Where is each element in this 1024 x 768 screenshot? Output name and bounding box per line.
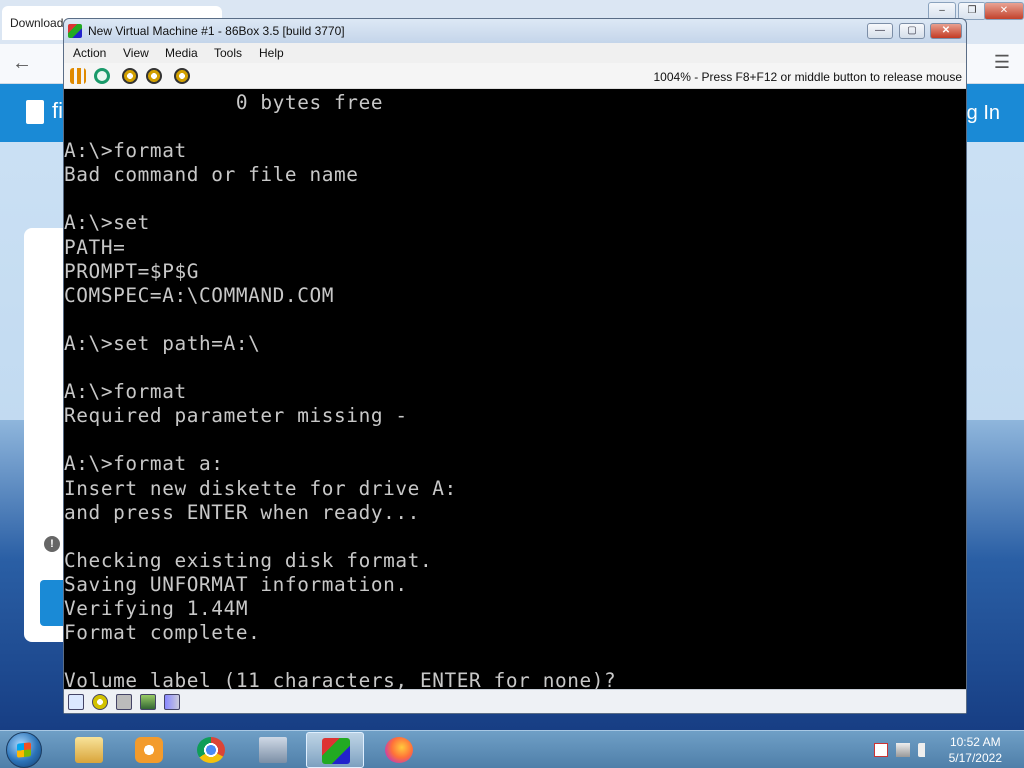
system-tray: 10:52 AM 5/17/2022 <box>864 731 1024 768</box>
cdrom-icon[interactable] <box>92 694 108 710</box>
vm-menubar: Action View Media Tools Help <box>64 43 966 63</box>
taskbar: 10:52 AM 5/17/2022 <box>0 730 1024 768</box>
menu-action[interactable]: Action <box>73 46 106 60</box>
taskbar-item-computer[interactable] <box>244 732 302 768</box>
document-icon <box>26 100 44 124</box>
vm-minimize-button[interactable]: — <box>867 23 893 39</box>
browser-close-button[interactable]: ✕ <box>984 2 1024 20</box>
firefox-icon <box>385 737 413 763</box>
network-icon[interactable] <box>896 743 910 757</box>
menu-tools[interactable]: Tools <box>214 46 242 60</box>
86box-icon <box>322 738 350 764</box>
windows-explorer-icon <box>75 737 103 763</box>
86box-app-icon <box>68 24 82 38</box>
menu-view[interactable]: View <box>123 46 149 60</box>
windows-logo-icon <box>17 742 31 758</box>
pause-icon[interactable] <box>70 68 86 84</box>
info-icon: ! <box>44 536 60 552</box>
reset-icon[interactable] <box>94 68 110 84</box>
media-player-icon <box>135 737 163 763</box>
vm-speed-status: 1004% - Press F8+F12 or middle button to… <box>653 70 963 84</box>
vm-window: New Virtual Machine #1 - 86Box 3.5 [buil… <box>63 18 967 714</box>
vm-close-button[interactable]: ✕ <box>930 23 962 39</box>
vm-statusbar <box>64 689 966 713</box>
settings-icon[interactable] <box>174 68 190 84</box>
dos-console-output: 0 bytes free A:\>format Bad command or f… <box>64 91 617 689</box>
ctrl-alt-del-icon[interactable] <box>122 68 138 84</box>
vm-window-title: New Virtual Machine #1 - 86Box 3.5 [buil… <box>88 24 345 38</box>
taskbar-item-firefox[interactable] <box>370 732 428 768</box>
volume-icon[interactable] <box>918 743 932 757</box>
taskbar-item-media-player[interactable] <box>120 732 178 768</box>
sign-in-link[interactable]: g In <box>967 102 1000 125</box>
floppy-icon[interactable] <box>68 694 84 710</box>
taskbar-item-explorer[interactable] <box>60 732 118 768</box>
vm-titlebar[interactable]: New Virtual Machine #1 - 86Box 3.5 [buil… <box>64 19 966 43</box>
menu-help[interactable]: Help <box>259 46 284 60</box>
clock-time: 10:52 AM <box>949 735 1001 749</box>
clock-date: 5/17/2022 <box>948 751 1002 765</box>
site-name-partial: fi <box>52 98 63 123</box>
ctrl-alt-esc-icon[interactable] <box>146 68 162 84</box>
hamburger-menu-icon[interactable]: ☰ <box>994 52 1010 73</box>
taskbar-item-86box[interactable] <box>306 732 364 768</box>
vm-display[interactable]: 0 bytes free A:\>format Bad command or f… <box>64 89 966 689</box>
action-center-icon[interactable] <box>874 743 888 757</box>
computer-icon <box>259 737 287 763</box>
back-arrow-icon[interactable]: ← <box>12 52 32 75</box>
vm-maximize-button[interactable]: ▢ <box>899 23 925 39</box>
start-button[interactable] <box>6 732 42 768</box>
chrome-icon <box>197 737 225 763</box>
menu-media[interactable]: Media <box>165 46 198 60</box>
hdd-icon[interactable] <box>116 694 132 710</box>
clock[interactable]: 10:52 AM 5/17/2022 <box>949 734 1002 766</box>
sound-icon[interactable] <box>164 694 180 710</box>
taskbar-item-chrome[interactable] <box>182 732 240 768</box>
vm-toolbar: 1004% - Press F8+F12 or middle button to… <box>64 63 966 89</box>
network-icon[interactable] <box>140 694 156 710</box>
